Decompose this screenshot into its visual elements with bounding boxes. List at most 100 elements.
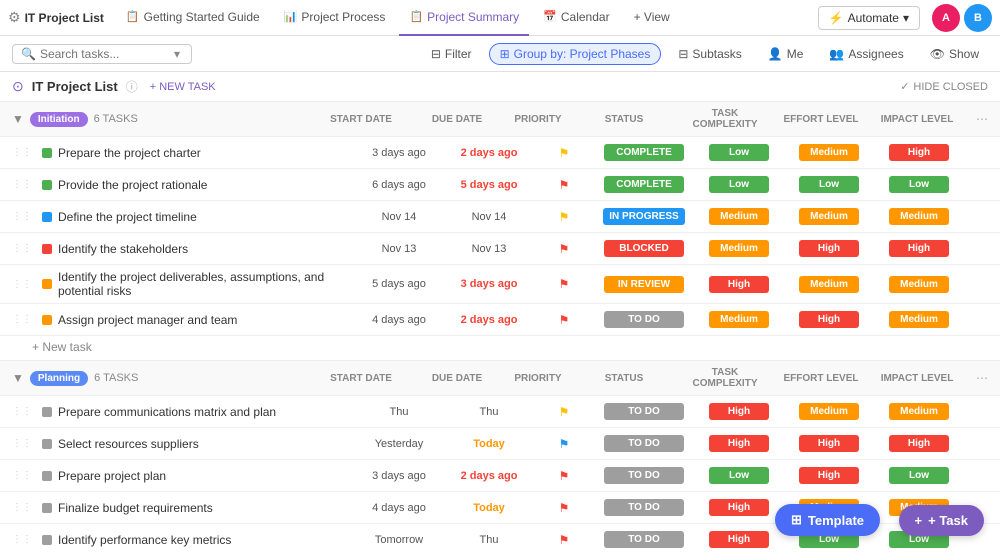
task-name-label[interactable]: Select resources suppliers bbox=[58, 437, 199, 451]
me-button[interactable]: 👤 Me bbox=[759, 43, 813, 65]
task-name-label[interactable]: Provide the project rationale bbox=[58, 178, 207, 192]
task-name-label[interactable]: Define the project timeline bbox=[58, 210, 197, 224]
tab-calendar[interactable]: 📅 Calendar bbox=[533, 0, 619, 36]
drag-handle[interactable]: ⋮⋮ bbox=[12, 243, 32, 254]
task-complexity: Low bbox=[694, 467, 784, 484]
collapse-planning-button[interactable]: ▼ bbox=[12, 371, 24, 385]
task-name-label[interactable]: Identify performance key metrics bbox=[58, 533, 231, 547]
assignees-icon: 👥 bbox=[829, 47, 844, 61]
task-row: ⋮⋮ Define the project timeline Nov 14 No… bbox=[0, 201, 1000, 233]
subtasks-button[interactable]: ⊟ Subtasks bbox=[669, 43, 750, 65]
plus-icon: + bbox=[915, 513, 923, 528]
filter-icon: ⊟ bbox=[431, 47, 441, 61]
task-priority: ⚑ bbox=[534, 437, 594, 451]
phase-header-initiation: ▼ Initiation 6 TASKS START DATE DUE DATE… bbox=[0, 101, 1000, 137]
task-effort: Low bbox=[784, 176, 874, 193]
task-status: TO DO bbox=[594, 403, 694, 420]
collapse-initiation-button[interactable]: ▼ bbox=[12, 112, 24, 126]
task-priority: ⚑ bbox=[534, 469, 594, 483]
me-icon: 👤 bbox=[768, 47, 783, 61]
task-color-dot bbox=[42, 180, 52, 190]
task-complexity: High bbox=[694, 403, 784, 420]
drag-handle[interactable]: ⋮⋮ bbox=[12, 314, 32, 325]
task-name-label[interactable]: Prepare communications matrix and plan bbox=[58, 405, 276, 419]
task-priority: ⚑ bbox=[534, 178, 594, 192]
drag-handle[interactable]: ⋮⋮ bbox=[12, 179, 32, 190]
chevron-down-icon: ▾ bbox=[903, 11, 909, 25]
tab-project-summary[interactable]: 📋 Project Summary bbox=[399, 0, 529, 36]
task-name-label[interactable]: Finalize budget requirements bbox=[58, 501, 213, 515]
tab-project-process[interactable]: 📊 Project Process bbox=[274, 0, 396, 36]
filter-button[interactable]: ⊟ Filter bbox=[422, 43, 481, 65]
template-icon: ⊞ bbox=[791, 512, 802, 528]
drag-handle[interactable]: ⋮⋮ bbox=[12, 211, 32, 222]
task-row: ⋮⋮ Select resources suppliers Yesterday … bbox=[0, 428, 1000, 460]
phase-settings-initiation[interactable]: ⋯ bbox=[976, 112, 988, 126]
template-fab-button[interactable]: ⊞ Template bbox=[775, 504, 880, 536]
check-icon: ✓ bbox=[900, 80, 909, 93]
col-header-complexity: TASK COMPLEXITY bbox=[680, 108, 770, 130]
drag-handle[interactable]: ⋮⋮ bbox=[12, 502, 32, 513]
automate-button[interactable]: ⚡ Automate ▾ bbox=[818, 6, 920, 30]
task-impact: Low bbox=[874, 176, 964, 193]
tab-getting-started[interactable]: 📋 Getting Started Guide bbox=[116, 0, 270, 36]
task-name-label[interactable]: Identify the stakeholders bbox=[58, 242, 188, 256]
task-effort: High bbox=[784, 240, 874, 257]
hide-closed-button[interactable]: ✓ HIDE CLOSED bbox=[900, 80, 988, 93]
task-color-dot bbox=[42, 315, 52, 325]
task-start: 3 days ago bbox=[354, 470, 444, 482]
task-complexity: Medium bbox=[694, 208, 784, 225]
phase-settings-planning[interactable]: ⋯ bbox=[976, 371, 988, 385]
task-complexity: High bbox=[694, 435, 784, 452]
task-priority: ⚑ bbox=[534, 533, 594, 547]
task-start: Nov 13 bbox=[354, 243, 444, 255]
task-impact: High bbox=[874, 144, 964, 161]
task-status: TO DO bbox=[594, 435, 694, 452]
col-header-complexity2: TASK COMPLEXITY bbox=[680, 367, 770, 389]
search-box[interactable]: 🔍 ▾ bbox=[12, 44, 192, 64]
add-task-fab-button[interactable]: + + Task bbox=[899, 505, 984, 536]
task-name-label[interactable]: Prepare project plan bbox=[58, 469, 166, 483]
assignees-button[interactable]: 👥 Assignees bbox=[820, 43, 912, 65]
toolbar: 🔍 ▾ ⊟ Filter ⊞ Group by: Project Phases … bbox=[0, 36, 1000, 72]
tab-view[interactable]: + View bbox=[624, 0, 680, 36]
circle-icon: ⊙ bbox=[12, 78, 24, 95]
phase-task-count-initiation: 6 TASKS bbox=[94, 113, 138, 125]
drag-handle[interactable]: ⋮⋮ bbox=[12, 147, 32, 158]
drag-handle[interactable]: ⋮⋮ bbox=[12, 534, 32, 545]
task-due: 3 days ago bbox=[444, 278, 534, 290]
add-task-button[interactable]: + NEW TASK bbox=[150, 81, 216, 93]
drag-handle[interactable]: ⋮⋮ bbox=[12, 406, 32, 417]
group-by-button[interactable]: ⊞ Group by: Project Phases bbox=[489, 43, 662, 65]
task-priority: ⚑ bbox=[534, 210, 594, 224]
drag-handle[interactable]: ⋮⋮ bbox=[12, 438, 32, 449]
tab-icon: 📋 bbox=[409, 10, 423, 23]
task-start: 3 days ago bbox=[354, 147, 444, 159]
task-row: ⋮⋮ Identify the stakeholders Nov 13 Nov … bbox=[0, 233, 1000, 265]
project-header: ⊙ IT Project List ⓘ + NEW TASK ✓ HIDE CL… bbox=[0, 72, 1000, 101]
task-color-dot bbox=[42, 535, 52, 545]
search-input[interactable] bbox=[40, 47, 170, 61]
add-task-initiation[interactable]: + New task bbox=[0, 336, 1000, 358]
show-button[interactable]: 👁 Show bbox=[921, 43, 988, 65]
task-complexity: Low bbox=[694, 144, 784, 161]
drag-handle[interactable]: ⋮⋮ bbox=[12, 279, 32, 290]
app-title: IT Project List bbox=[25, 11, 104, 25]
col-header-effort: EFFORT LEVEL bbox=[776, 114, 866, 125]
task-complexity: Medium bbox=[694, 240, 784, 257]
task-effort: Medium bbox=[784, 403, 874, 420]
task-due: Nov 14 bbox=[444, 211, 534, 223]
col-header-start2: START DATE bbox=[316, 373, 406, 384]
task-status: TO DO bbox=[594, 467, 694, 484]
col-header-due2: DUE DATE bbox=[412, 373, 502, 384]
task-due: Nov 13 bbox=[444, 243, 534, 255]
task-name-label[interactable]: Assign project manager and team bbox=[58, 313, 237, 327]
task-effort: Medium bbox=[784, 208, 874, 225]
task-name-label[interactable]: Prepare the project charter bbox=[58, 146, 201, 160]
drag-handle[interactable]: ⋮⋮ bbox=[12, 470, 32, 481]
task-impact: Medium bbox=[874, 276, 964, 293]
task-row: ⋮⋮ Prepare communications matrix and pla… bbox=[0, 396, 1000, 428]
task-name-label[interactable]: Identify the project deliverables, assum… bbox=[58, 270, 354, 298]
task-impact: High bbox=[874, 240, 964, 257]
task-status: TO DO bbox=[594, 499, 694, 516]
